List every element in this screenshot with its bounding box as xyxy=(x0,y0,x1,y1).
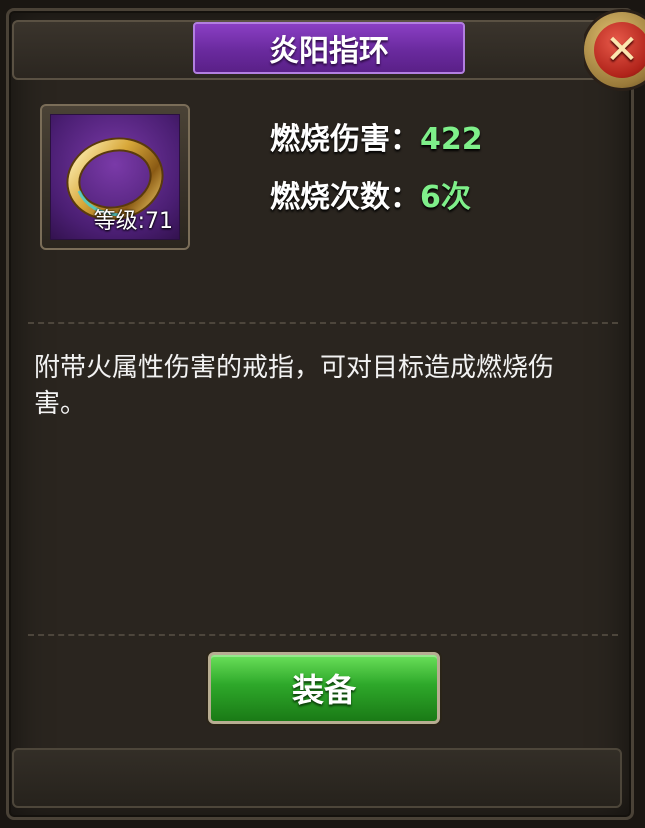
equip-button[interactable]: 装备 xyxy=(208,652,440,724)
stat-burn-count: 燃烧次数：6次 xyxy=(270,172,471,216)
stat-burn-damage: 燃烧伤害：422 xyxy=(270,114,483,158)
footer-bar xyxy=(12,748,622,808)
equip-button-label: 装备 xyxy=(291,671,356,709)
title-plate: 炎阳指环 xyxy=(193,22,465,74)
item-level: 等级:71 xyxy=(93,209,173,234)
close-x-icon: ✕ xyxy=(594,22,645,78)
stat-value: 422 xyxy=(420,122,483,157)
divider-top xyxy=(28,322,618,326)
stat-label: 燃烧伤害： xyxy=(270,122,420,157)
stat-value: 6次 xyxy=(420,180,471,215)
divider-bottom xyxy=(28,634,618,638)
item-description: 附带火属性伤害的戒指，可对目标造成燃烧伤害。 xyxy=(34,353,555,419)
close-button-ring: ✕ xyxy=(584,12,645,88)
item-icon-background: 等级:71 xyxy=(50,114,180,240)
item-icon-frame[interactable]: 等级:71 xyxy=(40,104,190,250)
close-button[interactable]: ✕ xyxy=(584,4,645,98)
item-title: 炎阳指环 xyxy=(269,34,389,69)
stat-label: 燃烧次数： xyxy=(270,180,420,215)
